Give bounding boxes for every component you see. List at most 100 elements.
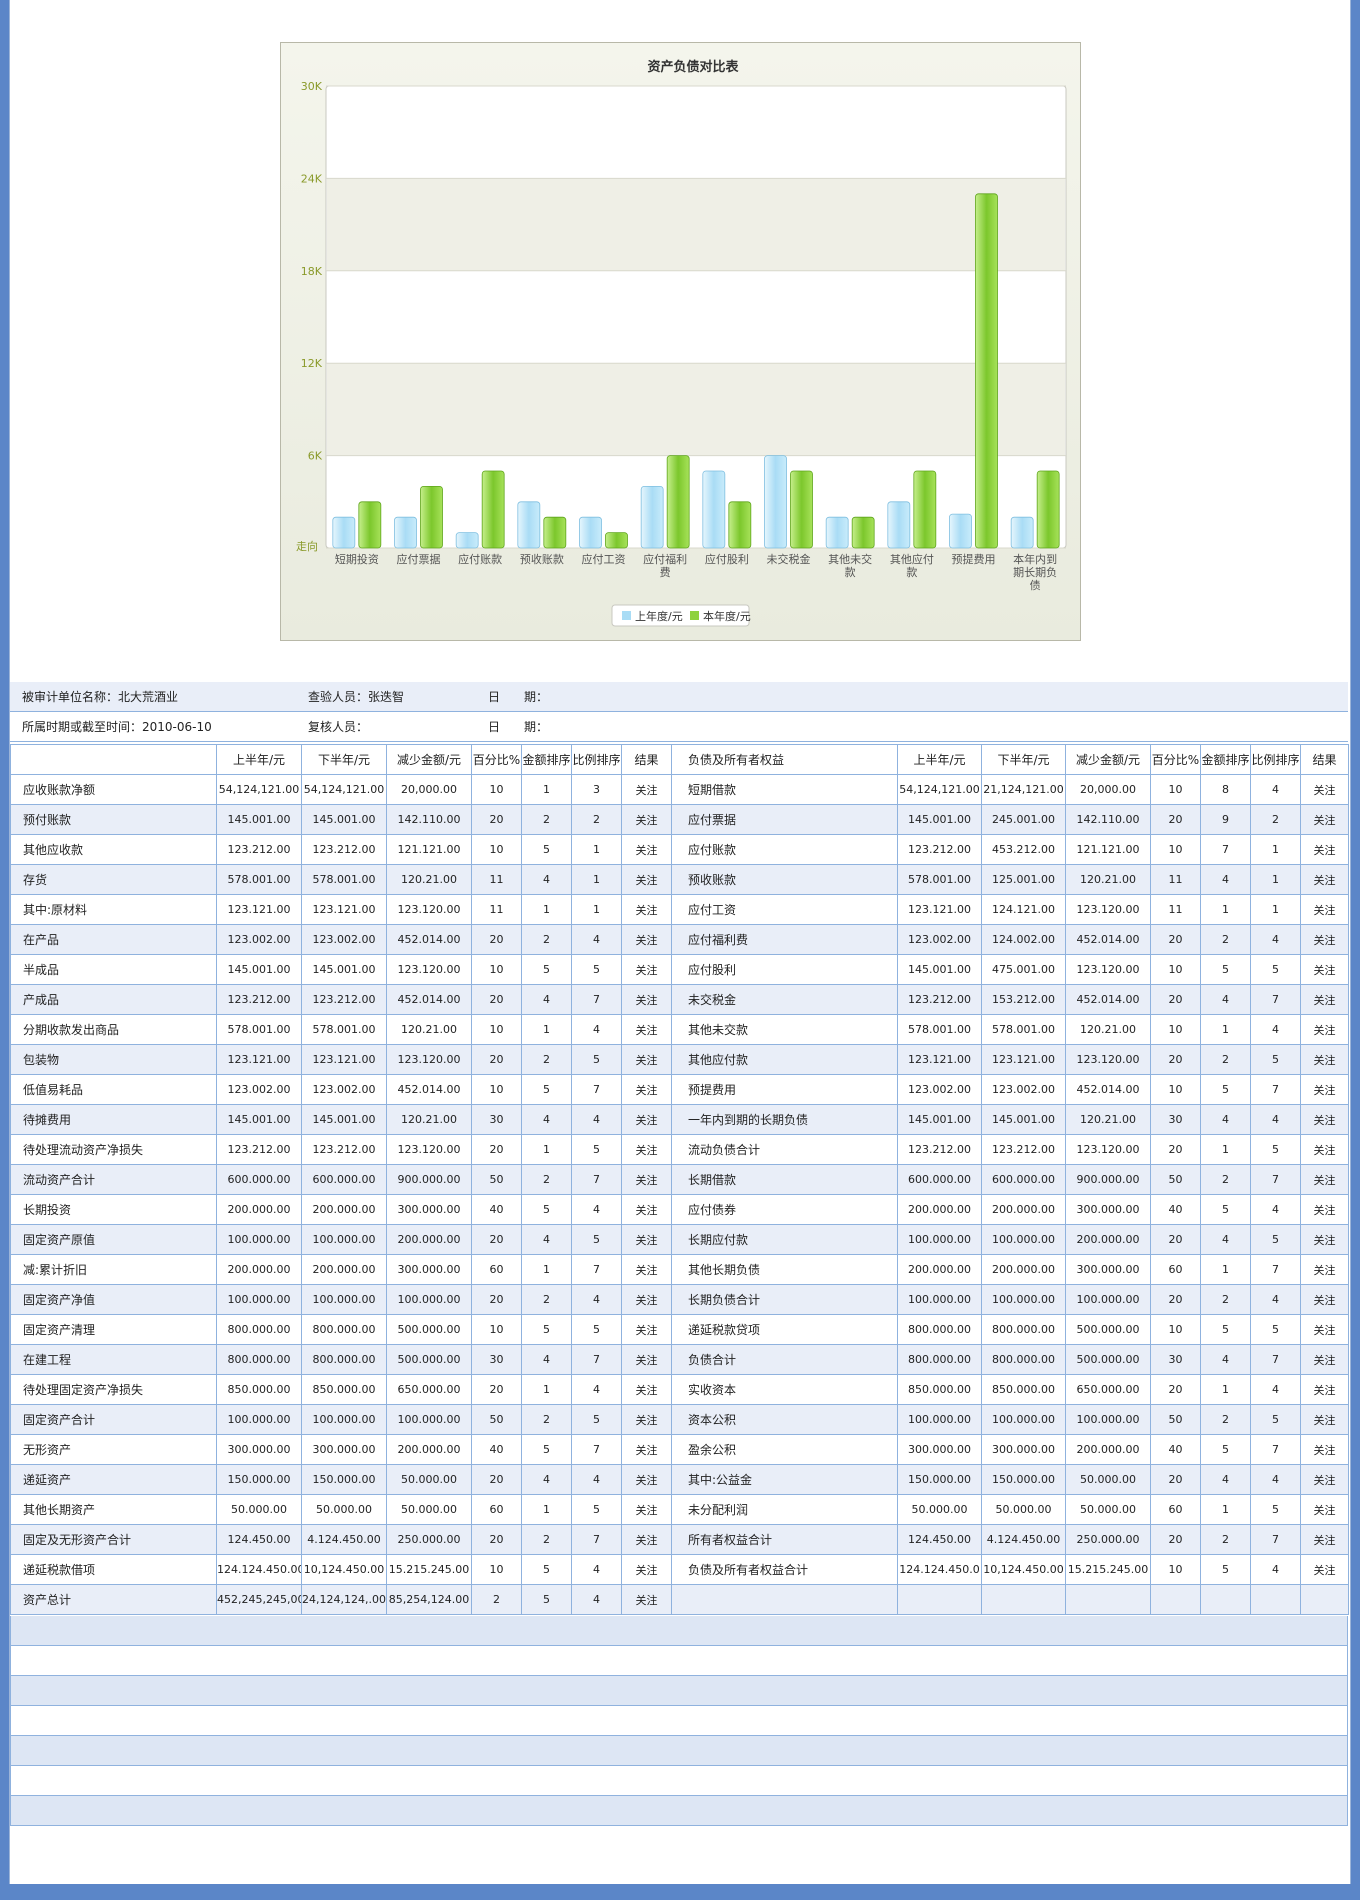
table-cell: 452.014.00 <box>1065 984 1151 1015</box>
table-cell: 一年内到期的长期负债 <box>671 1104 898 1135</box>
result-cell: 关注 <box>1300 1524 1349 1555</box>
table-cell: 9 <box>1200 804 1251 835</box>
column-header: 结果 <box>1300 744 1349 775</box>
result-cell: 关注 <box>1300 774 1349 805</box>
table-cell: 85,254,124.00 <box>386 1584 472 1615</box>
table-cell <box>897 1584 982 1615</box>
table-cell <box>981 1584 1066 1615</box>
table-cell: 1 <box>521 1494 572 1525</box>
table-cell: 3 <box>571 774 622 805</box>
table-row: 待处理流动资产净损失 123.212.00 123.212.00 123.120.00… <box>10 1134 1349 1165</box>
table-cell: 50.000.00 <box>897 1494 982 1525</box>
table-cell: 2 <box>1200 924 1251 955</box>
column-header: 百分比% <box>1150 744 1201 775</box>
date-label-2: 日 期： <box>476 711 1348 742</box>
table-row: 低值易耗品 123.002.00 123.002.00 452.014.00 10 5 7 关… <box>10 1074 1349 1105</box>
table-cell: 50 <box>471 1164 522 1195</box>
legend-label: 本年度/元 <box>703 609 751 623</box>
column-header: 减少金额/元 <box>386 744 472 775</box>
table-cell: 20 <box>1150 1374 1201 1405</box>
table-cell: 4 <box>521 1464 572 1495</box>
table-cell: 20 <box>1150 924 1201 955</box>
table-cell: 2 <box>1200 1044 1251 1075</box>
result-cell: 关注 <box>621 984 672 1015</box>
table-cell: 500.000.00 <box>386 1344 472 1375</box>
table-cell: 100.000.00 <box>216 1404 302 1435</box>
table-cell: 2 <box>1200 1404 1251 1435</box>
table-cell: 10 <box>1150 1554 1201 1585</box>
table-cell: 123.212.00 <box>216 984 302 1015</box>
bar-this-year <box>851 516 875 549</box>
table-cell: 30 <box>1150 1344 1201 1375</box>
table-cell: 452.014.00 <box>386 924 472 955</box>
result-cell: 关注 <box>621 1134 672 1165</box>
result-cell: 关注 <box>621 834 672 865</box>
table-cell: 4 <box>1200 864 1251 895</box>
table-cell: 200.000.00 <box>1065 1434 1151 1465</box>
table-cell: 20 <box>471 984 522 1015</box>
x-tick-label: 本年内到期长期负债 <box>1013 552 1057 592</box>
table-cell: 1 <box>1200 1494 1251 1525</box>
table-cell: 850.000.00 <box>216 1374 302 1405</box>
table-cell: 578.001.00 <box>216 1014 302 1045</box>
bar-last-year <box>455 532 479 549</box>
checker-label: 查验人员：张迭智 <box>296 682 476 712</box>
table-cell: 245.001.00 <box>981 804 1066 835</box>
table-cell: 长期应付款 <box>671 1224 898 1255</box>
date-label: 日 期： <box>476 682 1348 712</box>
table-cell: 123.002.00 <box>216 1074 302 1105</box>
result-cell: 关注 <box>621 1254 672 1285</box>
table-cell: 1 <box>1200 1014 1251 1045</box>
table-cell: 20 <box>471 1284 522 1315</box>
table-cell: 50 <box>471 1404 522 1435</box>
table-cell: 145.001.00 <box>897 804 982 835</box>
table-cell: 850.000.00 <box>897 1374 982 1405</box>
x-tick-label: 预收账款 <box>520 552 564 566</box>
table-cell: 5 <box>521 1314 572 1345</box>
result-cell: 关注 <box>1300 1014 1349 1045</box>
table-cell: 578.001.00 <box>981 1014 1066 1045</box>
table-cell: 800.000.00 <box>301 1344 387 1375</box>
table-cell: 递延资产 <box>10 1464 217 1495</box>
table-cell: 5 <box>1200 1194 1251 1225</box>
table-cell: 200.000.00 <box>386 1224 472 1255</box>
table-cell: 100.000.00 <box>386 1404 472 1435</box>
result-cell: 关注 <box>621 1314 672 1345</box>
table-cell: 123.002.00 <box>301 924 387 955</box>
bar-last-year <box>702 470 726 549</box>
table-row: 资产总计 452,245,245,00 24,124,124,.00 85,254,1… <box>10 1584 1349 1615</box>
result-cell: 关注 <box>621 774 672 805</box>
chart-y-axis: 6K 12K 18K 24K 30K <box>301 80 323 463</box>
result-cell: 关注 <box>1300 1494 1349 1525</box>
table-cell: 40 <box>471 1194 522 1225</box>
table-cell: 1 <box>1200 1374 1251 1405</box>
table-cell: 递延税款贷项 <box>671 1314 898 1345</box>
result-cell: 关注 <box>1300 1404 1349 1435</box>
empty-row <box>10 1646 1348 1676</box>
table-cell: 150.000.00 <box>981 1464 1066 1495</box>
table-cell: 5 <box>1250 1044 1301 1075</box>
table-cell: 30 <box>1150 1104 1201 1135</box>
table-cell: 600.000.00 <box>301 1164 387 1195</box>
table-cell: 10 <box>471 954 522 985</box>
table-cell: 11 <box>471 894 522 925</box>
table-row: 减:累计折旧 200.000.00 200.000.00 300.000.00 60 1 7… <box>10 1254 1349 1285</box>
table-cell: 123.212.00 <box>897 984 982 1015</box>
result-cell <box>1300 1584 1349 1615</box>
table-cell: 142.110.00 <box>1065 804 1151 835</box>
table-cell: 50.000.00 <box>1065 1464 1151 1495</box>
plot-band <box>327 363 1065 456</box>
table-cell: 123.120.00 <box>386 1134 472 1165</box>
y-tick-label: 12K <box>301 357 323 370</box>
table-cell <box>1065 1584 1151 1615</box>
table-cell: 4 <box>1250 1104 1301 1135</box>
bar-this-year <box>358 501 382 549</box>
table-cell: 4 <box>521 1224 572 1255</box>
table-cell: 应付工资 <box>671 894 898 925</box>
table-cell: 1 <box>571 834 622 865</box>
table-row: 无形资产 300.000.00 300.000.00 200.000.00 40 5 7 关注… <box>10 1434 1349 1465</box>
table-row: 在建工程 800.000.00 800.000.00 500.000.00 30 4 7 关注… <box>10 1344 1349 1375</box>
table-cell: 123.121.00 <box>981 1044 1066 1075</box>
table-cell: 4.124.450.00 <box>301 1524 387 1555</box>
table-cell: 100.000.00 <box>216 1284 302 1315</box>
